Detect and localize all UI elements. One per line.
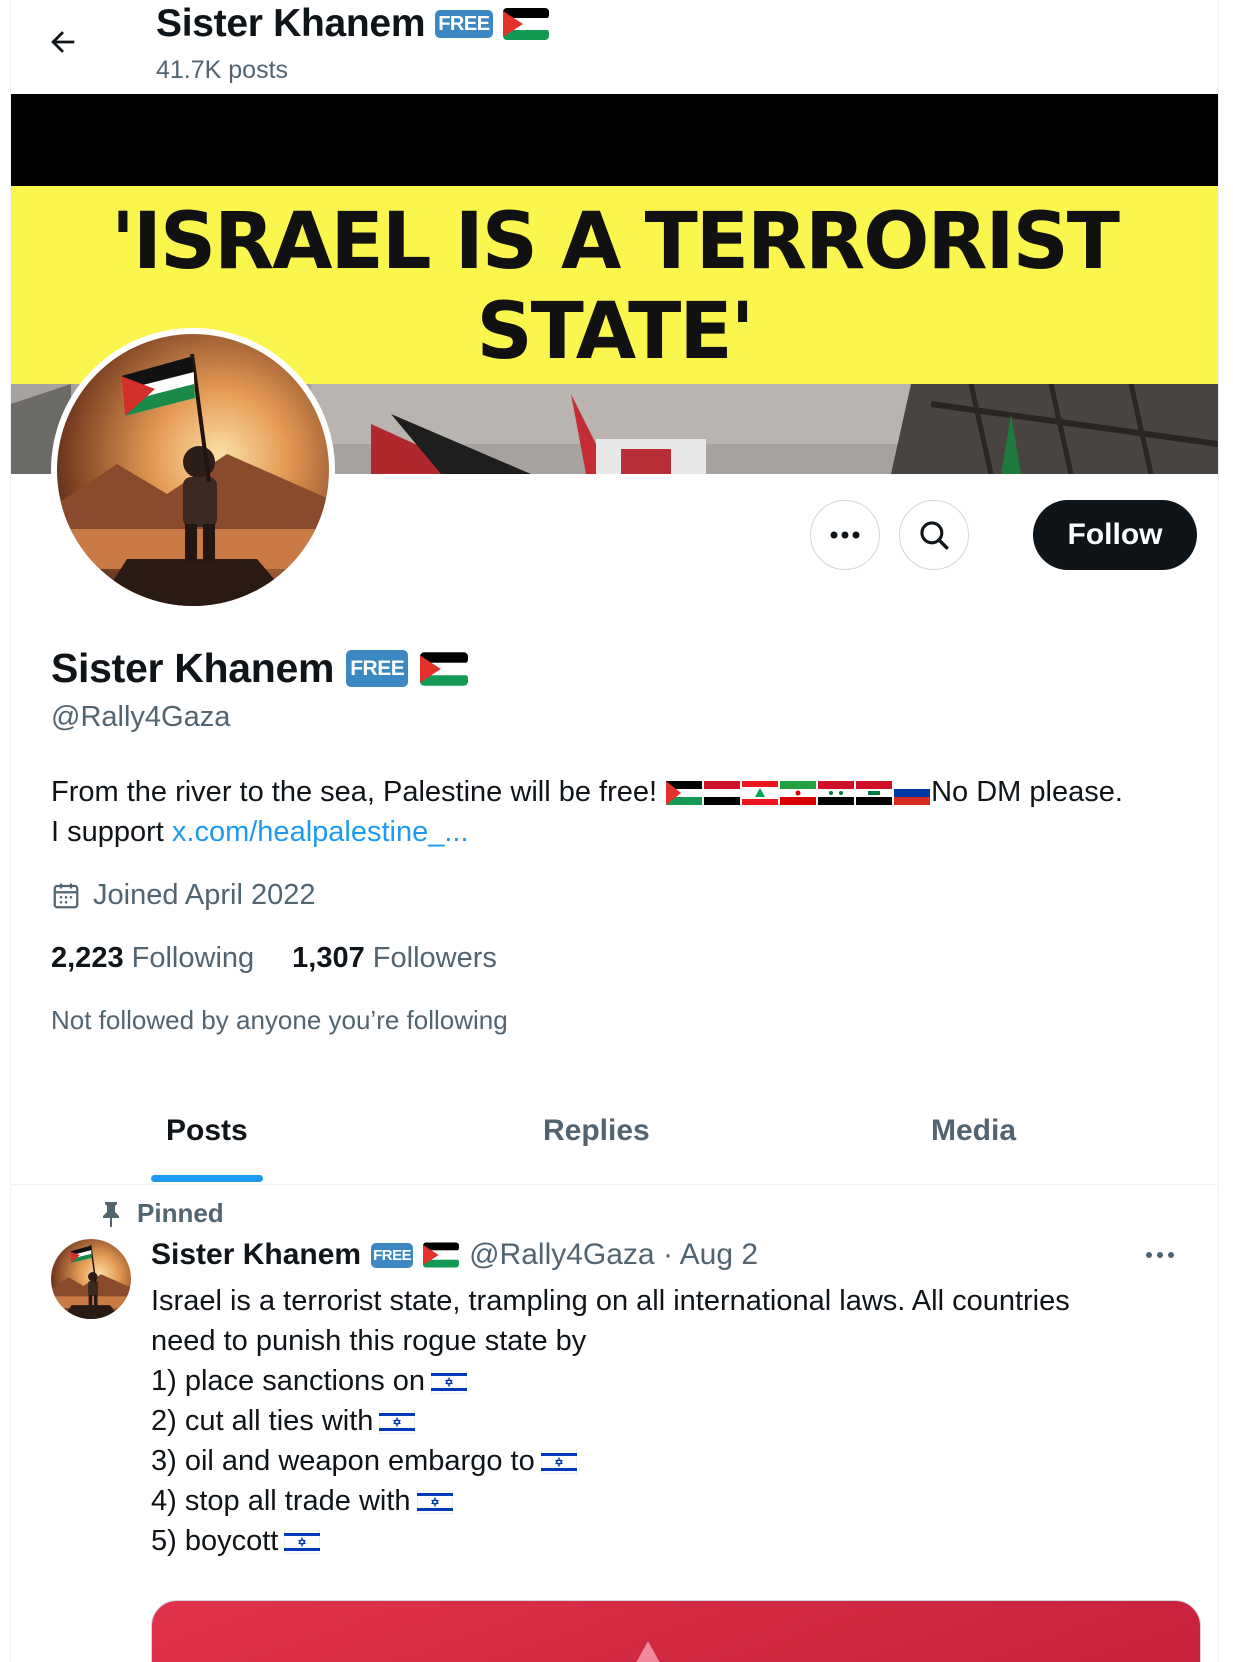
palestine-flag-icon xyxy=(420,651,469,686)
follow-button[interactable]: Follow xyxy=(1033,500,1197,570)
bio-support-prefix: I support xyxy=(51,816,164,848)
iran-flag-icon xyxy=(780,781,817,806)
search-icon xyxy=(920,521,949,550)
avatar-image xyxy=(57,334,329,606)
header-title: Sister Khanem FREE xyxy=(156,2,549,46)
post-line-item: 3) oil and weapon embargo to xyxy=(151,1441,1171,1481)
post-line-item: 2) cut all ties with xyxy=(151,1401,1171,1441)
header-display-name: Sister Khanem xyxy=(156,2,426,45)
israel-flag-icon xyxy=(431,1370,468,1395)
profile-page: Sister Khanem FREE 41.7K posts 'ISRAEL I… xyxy=(10,0,1219,1662)
post-count: 41.7K posts xyxy=(156,56,289,84)
pin-icon xyxy=(103,1201,119,1227)
more-horizontal-icon xyxy=(830,531,860,539)
profile-handle: @Rally4Gaza xyxy=(51,701,231,733)
free-badge: FREE xyxy=(346,650,409,687)
bio-text: From the river to the sea, Palestine wil… xyxy=(51,776,658,808)
free-badge: FREE xyxy=(371,1242,414,1268)
tab-replies[interactable]: Replies xyxy=(543,1114,650,1148)
post-avatar[interactable] xyxy=(51,1239,131,1319)
post-line: need to punish this rogue state by xyxy=(151,1325,587,1357)
pinned-label: Pinned xyxy=(137,1198,224,1228)
israel-flag-icon xyxy=(416,1490,453,1515)
palestine-flag-icon xyxy=(423,1242,460,1268)
bio-suffix: No DM please. xyxy=(931,776,1123,808)
post-line: Israel is a terrorist state, trampling o… xyxy=(151,1285,1070,1317)
post-author-name[interactable]: Sister Khanem xyxy=(151,1238,361,1272)
post-header: Sister Khanem FREE @Rally4Gaza · Aug 2 xyxy=(151,1238,758,1272)
israel-flag-icon xyxy=(379,1410,416,1435)
palestine-flag-icon xyxy=(502,8,549,40)
israel-flag-icon xyxy=(284,1530,321,1555)
profile-avatar[interactable] xyxy=(51,328,335,612)
more-horizontal-icon xyxy=(1146,1252,1174,1258)
free-badge: FREE xyxy=(435,10,493,38)
profile-display-name: Sister Khanem xyxy=(51,645,335,691)
syria-flag-icon xyxy=(818,781,855,806)
iraq-flag-icon xyxy=(856,781,893,806)
not-followed-notice: Not followed by anyone you’re following xyxy=(51,1005,508,1035)
palestine-flag-icon xyxy=(666,781,703,806)
following-label: Following xyxy=(131,942,255,974)
banner-headline-line1: 'ISRAEL IS A TERRORIST xyxy=(111,197,1120,287)
profile-name-row: Sister Khanem FREE xyxy=(51,645,469,692)
following-link[interactable]: 2,223 Following xyxy=(51,942,254,975)
russia-flag-icon xyxy=(894,781,931,806)
followers-count: 1,307 xyxy=(292,942,365,974)
followers-link[interactable]: 1,307 Followers xyxy=(292,942,497,975)
post-media-graphic xyxy=(636,1641,660,1662)
pinned-indicator: Pinned xyxy=(99,1198,224,1229)
more-options-button[interactable] xyxy=(810,500,880,570)
tab-media[interactable]: Media xyxy=(931,1114,1016,1148)
post-media-image[interactable] xyxy=(151,1600,1201,1662)
lebanon-flag-icon xyxy=(742,781,779,806)
search-profile-button[interactable] xyxy=(899,500,969,570)
post-line-item: 5) boycott xyxy=(151,1521,1171,1561)
post-text: Israel is a terrorist state, trampling o… xyxy=(151,1281,1171,1561)
post-line-item: 4) stop all trade with xyxy=(151,1481,1171,1521)
post-line-text: 3) oil and weapon embargo to xyxy=(151,1445,535,1477)
tab-posts[interactable]: Posts xyxy=(166,1114,248,1148)
arrow-left-icon xyxy=(51,31,75,53)
country-flags xyxy=(666,781,931,806)
calendar-icon xyxy=(53,883,79,908)
active-tab-indicator xyxy=(151,1175,263,1182)
post-line-text: 5) boycott xyxy=(151,1525,279,1557)
profile-tabs: Posts Replies Media xyxy=(11,1088,1218,1185)
bio-link[interactable]: x.com/healpalestine_... xyxy=(172,816,469,848)
top-bar: Sister Khanem FREE 41.7K posts xyxy=(11,0,1218,94)
banner-black-band xyxy=(11,94,1218,186)
post-line-item: 1) place sanctions on xyxy=(151,1361,1171,1401)
post-handle-date[interactable]: @Rally4Gaza · Aug 2 xyxy=(469,1238,758,1272)
post-line-text: 1) place sanctions on xyxy=(151,1365,426,1397)
post-more-button[interactable] xyxy=(1145,1246,1175,1264)
joined-date: Joined April 2022 xyxy=(51,879,316,912)
post-avatar-image xyxy=(51,1239,131,1319)
follow-counts: 2,223 Following 1,307 Followers xyxy=(51,942,497,975)
followers-label: Followers xyxy=(372,942,497,974)
joined-text: Joined April 2022 xyxy=(93,879,316,911)
israel-flag-icon xyxy=(540,1450,577,1475)
profile-bio: From the river to the sea, Palestine wil… xyxy=(51,772,1201,852)
post-line-text: 4) stop all trade with xyxy=(151,1485,411,1517)
following-count: 2,223 xyxy=(51,942,124,974)
back-button[interactable] xyxy=(39,18,87,66)
post-line-text: 2) cut all ties with xyxy=(151,1405,374,1437)
yemen-flag-icon xyxy=(704,781,741,806)
